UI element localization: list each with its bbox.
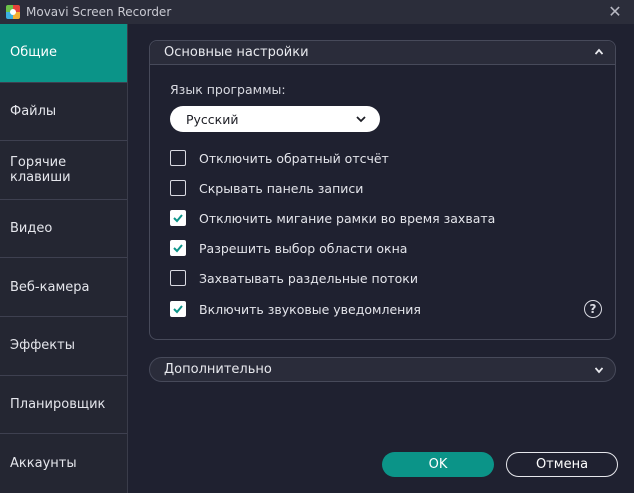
sidebar-item-video[interactable]: Видео [0,200,127,259]
window-title: Movavi Screen Recorder [26,5,172,19]
sidebar-item-label: Файлы [10,103,57,119]
language-label: Язык программы: [170,82,286,97]
checkbox[interactable] [170,270,186,286]
checkbox[interactable] [170,180,186,196]
sidebar-item-scheduler[interactable]: Планировщик [0,376,127,435]
chevron-up-icon [595,48,603,55]
sidebar-item-label: Видео [10,221,53,237]
sidebar: Общие Файлы Горячие клавиши Видео Веб-ка… [0,24,128,493]
sidebar-item-label: Общие [10,45,57,61]
general-settings-title: Основные настройки [164,45,309,60]
advanced-settings-title: Дополнительно [164,362,272,377]
sidebar-item-effects[interactable]: Эффекты [0,317,127,376]
option-label: Отключить обратный отсчёт [199,150,389,166]
sidebar-item-label: Эффекты [10,338,75,354]
option-label: Отключить мигание рамки во время захвата [199,210,496,226]
option-sound-notifications[interactable]: Включить звуковые уведомления [170,300,421,318]
option-label: Скрывать панель записи [199,180,364,196]
chevron-down-icon [595,367,603,374]
language-select-value: Русский [186,111,239,127]
chevron-down-icon [356,116,366,123]
sidebar-item-webcam[interactable]: Веб-камера [0,258,127,317]
option-label: Разрешить выбор области окна [199,240,408,256]
language-select[interactable]: Русский [170,106,380,132]
checkbox-checked[interactable] [170,240,186,256]
ok-button[interactable]: OK [382,452,494,477]
advanced-settings-header[interactable]: Дополнительно [149,357,616,382]
general-settings-header[interactable]: Основные настройки [150,41,615,65]
option-allow-window-area[interactable]: Разрешить выбор области окна [170,239,407,257]
movavi-logo-icon [6,5,20,19]
check-icon [173,244,183,253]
sidebar-item-hotkeys[interactable]: Горячие клавиши [0,141,127,200]
sidebar-item-files[interactable]: Файлы [0,83,127,142]
check-icon [173,305,183,314]
help-icon[interactable]: ? [584,300,602,318]
check-icon [173,214,183,223]
option-label: Включить звуковые уведомления [199,301,421,317]
option-hide-record-panel[interactable]: Скрывать панель записи [170,179,363,197]
sidebar-item-general[interactable]: Общие [0,24,127,83]
checkbox[interactable] [170,150,186,166]
checkbox-checked[interactable] [170,210,186,226]
checkbox-checked[interactable] [170,301,186,317]
sidebar-item-accounts[interactable]: Аккаунты [0,434,127,493]
option-label: Захватывать раздельные потоки [199,270,418,286]
option-disable-frame-blink[interactable]: Отключить мигание рамки во время захвата [170,209,495,227]
option-disable-countdown[interactable]: Отключить обратный отсчёт [170,149,389,167]
title-bar: Movavi Screen Recorder ✕ [0,0,634,24]
close-icon[interactable]: ✕ [606,3,624,21]
sidebar-item-label: Аккаунты [10,455,77,471]
sidebar-item-label: Горячие клавиши [10,154,71,185]
sidebar-item-label: Веб-камера [10,279,90,295]
cancel-button[interactable]: Отмена [506,452,618,477]
option-separate-streams[interactable]: Захватывать раздельные потоки [170,269,418,287]
general-settings-panel: Основные настройки Язык программы: Русск… [149,40,616,340]
sidebar-item-label: Планировщик [10,396,106,412]
